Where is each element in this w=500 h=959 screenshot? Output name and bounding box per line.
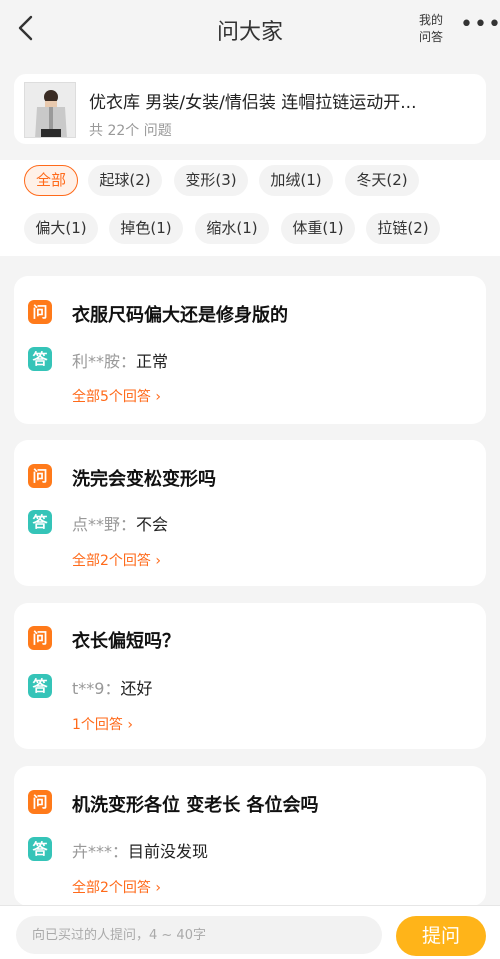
tag-pilling[interactable]: 起球(2) (88, 165, 162, 196)
answer-badge: 答 (28, 347, 52, 371)
answer-badge: 答 (28, 510, 52, 534)
tag-winter[interactable]: 冬天(2) (345, 165, 419, 196)
question-badge: 问 (28, 790, 52, 814)
my-answers-label-line2: 问答 (419, 30, 444, 44)
all-answers-link[interactable]: 全部5个回答 › (72, 386, 161, 406)
answer-user: 点**野： (72, 515, 137, 534)
tag-shrink[interactable]: 缩水(1) (195, 213, 269, 244)
question-card[interactable]: 问 衣服尺码偏大还是修身版的 答 利**胺：正常 全部5个回答 › (14, 276, 486, 424)
tag-filter-panel: 全部 起球(2) 变形(3) 加绒(1) 冬天(2) 偏大(1) 掉色(1) 缩… (0, 160, 500, 256)
question-card[interactable]: 问 机洗变形各位 变老长 各位会吗 答 卉***：目前没发现 全部2个回答 › (14, 766, 486, 906)
question-text: 衣服尺码偏大还是修身版的 (72, 305, 288, 326)
question-badge: 问 (28, 300, 52, 324)
tag-zipper[interactable]: 拉链(2) (366, 213, 440, 244)
question-badge: 问 (28, 464, 52, 488)
answer-badge: 答 (28, 674, 52, 698)
all-answers-link[interactable]: 全部2个回答 › (72, 877, 161, 897)
question-count: 共 22个 问题 (89, 123, 172, 139)
my-answers-button[interactable]: 我的 问答 (419, 12, 443, 46)
question-text: 衣长偏短吗？ (72, 631, 180, 652)
answer-user: t**9： (72, 679, 121, 698)
answer-text: 正常 (136, 352, 169, 371)
tag-weight[interactable]: 体重(1) (281, 213, 355, 244)
answer-line: 点**野：不会 (72, 511, 168, 535)
tag-deform[interactable]: 变形(3) (174, 165, 248, 196)
answer-user: 利**胺： (72, 352, 137, 371)
answer-text: 不会 (136, 515, 169, 534)
question-card[interactable]: 问 衣长偏短吗？ 答 t**9：还好 1个回答 › (14, 603, 486, 749)
question-text: 洗完会变松变形吗 (72, 469, 216, 490)
product-thumbnail (24, 82, 76, 138)
question-text: 机洗变形各位 变老长 各位会吗 (72, 795, 319, 816)
answer-line: t**9：还好 (72, 675, 152, 699)
more-icon[interactable]: ••• (460, 12, 500, 37)
ask-question-input[interactable] (16, 916, 382, 954)
product-name[interactable]: 优衣库 男装/女装/情侣装 连帽拉链运动开... (89, 88, 416, 113)
answer-text: 还好 (120, 679, 153, 698)
all-answers-link[interactable]: 1个回答 › (72, 714, 133, 734)
all-answers-link[interactable]: 全部2个回答 › (72, 550, 161, 570)
nav-bar: 问大家 我的 问答 ••• (0, 0, 500, 58)
question-badge: 问 (28, 626, 52, 650)
answer-user: 卉***： (72, 842, 129, 861)
answer-line: 卉***：目前没发现 (72, 838, 208, 862)
my-answers-label-line1: 我的 (419, 13, 444, 27)
question-card[interactable]: 问 洗完会变松变形吗 答 点**野：不会 全部2个回答 › (14, 440, 486, 586)
tag-fleece[interactable]: 加绒(1) (259, 165, 333, 196)
tag-fading[interactable]: 掉色(1) (109, 213, 183, 244)
answer-line: 利**胺：正常 (72, 348, 168, 372)
tag-oversize[interactable]: 偏大(1) (24, 213, 98, 244)
tag-all[interactable]: 全部 (24, 165, 78, 196)
answer-badge: 答 (28, 837, 52, 861)
product-image (25, 83, 75, 137)
ask-button[interactable]: 提问 (396, 916, 486, 956)
answer-text: 目前没发现 (128, 842, 209, 861)
